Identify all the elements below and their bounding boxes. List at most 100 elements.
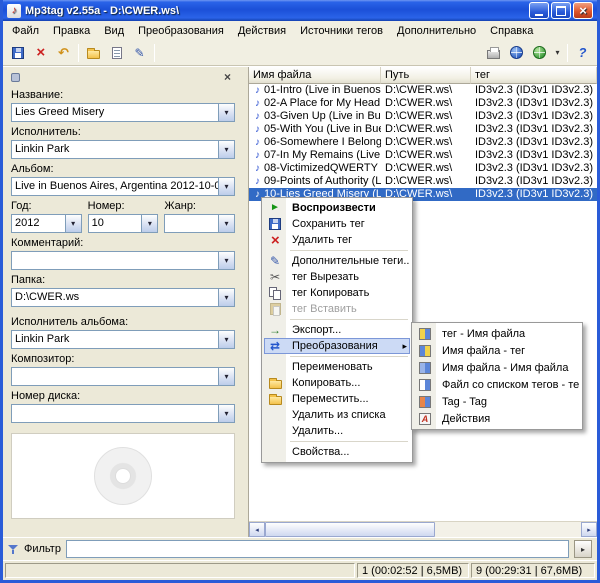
scroll-right-button[interactable]: ▸ — [581, 522, 597, 537]
submenu-item-tag-filename[interactable]: тег - Имя файла — [414, 325, 580, 342]
disc-number-value — [12, 405, 218, 422]
menu-tools[interactable]: Дополнительно — [390, 23, 483, 39]
column-header-tag[interactable]: тег — [471, 67, 597, 84]
title-bar[interactable]: Mp3tag v2.55a - D:\CWER.ws\ — [3, 0, 597, 21]
filter-input[interactable] — [66, 540, 569, 558]
change-directory-button[interactable] — [82, 42, 105, 64]
directory-combobox[interactable]: D:\CWER.ws — [11, 288, 235, 307]
tag-sources-button[interactable] — [528, 42, 551, 64]
pin-icon[interactable] — [11, 73, 20, 82]
dropdown-arrow-icon[interactable] — [218, 104, 234, 121]
menu-item-remove-tag[interactable]: Удалить тег — [264, 232, 410, 248]
title-combobox[interactable]: Lies Greed Misery — [11, 103, 235, 122]
menu-tag-sources[interactable]: Источники тегов — [293, 23, 390, 39]
submenu-item-tag-tag[interactable]: Tag - Tag — [414, 393, 580, 410]
menu-file[interactable]: Файл — [5, 23, 46, 39]
year-combobox[interactable]: 2012 — [11, 214, 82, 233]
table-row[interactable]: 02-A Place for My Head (... D:\CWER.ws\ … — [249, 97, 597, 110]
dropdown-arrow-icon[interactable] — [218, 331, 234, 348]
table-row[interactable]: 07-In My Remains (Live ... D:\CWER.ws\ I… — [249, 149, 597, 162]
disc-number-combobox[interactable] — [11, 404, 235, 423]
genre-combobox[interactable] — [164, 214, 235, 233]
menu-actions[interactable]: Действия — [231, 23, 293, 39]
table-row[interactable]: 03-Given Up (Live in Bue... D:\CWER.ws\ … — [249, 110, 597, 123]
menu-view[interactable]: Вид — [97, 23, 131, 39]
menu-item-save-tag[interactable]: Сохранить тег — [264, 216, 410, 232]
menu-help[interactable]: Справка — [483, 23, 540, 39]
scroll-left-button[interactable]: ◂ — [249, 522, 265, 537]
album-label: Альбом: — [11, 163, 235, 175]
table-row[interactable]: 01-Intro (Live in Buenos ... D:\CWER.ws\… — [249, 84, 597, 97]
album-combobox[interactable]: Live in Buenos Aires, Argentina 2012-10-… — [11, 177, 235, 196]
dropdown-arrow-icon[interactable] — [218, 141, 234, 158]
web-database-button[interactable] — [505, 42, 528, 64]
submenu-item-textfile-tag[interactable]: Файл со списком тегов - тег — [414, 376, 580, 393]
table-row[interactable]: 05-With You (Live in Bue... D:\CWER.ws\ … — [249, 123, 597, 136]
album-artist-combobox[interactable]: Linkin Park — [11, 330, 235, 349]
menu-item-paste-tag[interactable]: тег Вставить — [264, 301, 410, 317]
column-header-path[interactable]: Путь — [381, 67, 471, 84]
submenu-item-filename-tag[interactable]: Имя файла - тег — [414, 342, 580, 359]
extended-tags-icon — [268, 254, 283, 269]
table-row[interactable]: 09-Points of Authority (Li... D:\CWER.ws… — [249, 175, 597, 188]
menu-item-properties[interactable]: Свойства... — [264, 444, 410, 460]
menu-item-convert[interactable]: Преобразования — [264, 338, 410, 354]
undo-button[interactable] — [52, 42, 75, 64]
menu-bar: Файл Правка Вид Преобразования Действия … — [3, 21, 597, 40]
menu-item-play[interactable]: Воспроизвести — [264, 200, 410, 216]
dropdown-arrow-icon[interactable] — [65, 215, 81, 232]
dropdown-arrow-icon[interactable] — [218, 215, 234, 232]
dropdown-arrow-icon[interactable] — [218, 368, 234, 385]
dropdown-arrow-icon[interactable] — [218, 405, 234, 422]
horizontal-scrollbar[interactable]: ◂ ▸ — [249, 521, 597, 537]
menu-item-remove-from-list[interactable]: Удалить из списка — [264, 407, 410, 423]
submenu-item-actions[interactable]: Действия — [414, 410, 580, 427]
menu-item-extended-tags[interactable]: Дополнительные теги... — [264, 253, 410, 269]
menu-separator — [290, 356, 408, 357]
minimize-button[interactable] — [529, 2, 549, 19]
menu-edit[interactable]: Правка — [46, 23, 97, 39]
title-label: Название: — [11, 89, 235, 101]
maximize-button[interactable] — [551, 2, 571, 19]
print-button[interactable] — [482, 42, 505, 64]
directory-label: Папка: — [11, 274, 235, 286]
save-button[interactable] — [6, 42, 29, 64]
menu-item-cut-tag[interactable]: тег Вырезать — [264, 269, 410, 285]
scrollbar-thumb[interactable] — [265, 522, 435, 537]
menu-item-copy-file[interactable]: Копировать... — [264, 375, 410, 391]
menu-convert[interactable]: Преобразования — [131, 23, 231, 39]
menu-item-rename[interactable]: Переименовать — [264, 359, 410, 375]
tag-sources-dropdown-button[interactable] — [551, 42, 564, 64]
table-row[interactable]: 06-Somewhere I Belong ... D:\CWER.ws\ ID… — [249, 136, 597, 149]
dropdown-arrow-icon[interactable] — [218, 252, 234, 269]
filter-toggle-button[interactable] — [574, 540, 592, 558]
remove-tag-button[interactable] — [29, 42, 52, 64]
help-button[interactable] — [571, 42, 594, 64]
menu-item-move-file[interactable]: Переместить... — [264, 391, 410, 407]
status-message-pane — [5, 563, 355, 578]
dropdown-arrow-icon[interactable] — [218, 289, 234, 306]
table-row[interactable]: 08-VictimizedQWERTY (Li... D:\CWER.ws\ I… — [249, 162, 597, 175]
close-button[interactable] — [573, 2, 593, 19]
print-icon — [487, 50, 500, 59]
album-art-box[interactable] — [11, 433, 235, 519]
submenu-item-filename-filename[interactable]: Имя файла - Имя файла — [414, 359, 580, 376]
dropdown-arrow-icon — [552, 45, 563, 60]
artist-combobox[interactable]: Linkin Park — [11, 140, 235, 159]
menu-item-delete[interactable]: Удалить... — [264, 423, 410, 439]
comment-combobox[interactable] — [11, 251, 235, 270]
playlist-button[interactable] — [105, 42, 128, 64]
dropdown-arrow-icon[interactable] — [141, 215, 157, 232]
column-header-filename[interactable]: Имя файла — [249, 67, 381, 84]
dropdown-arrow-icon[interactable] — [218, 178, 234, 195]
composer-combobox[interactable] — [11, 367, 235, 386]
filter-icon — [8, 544, 19, 555]
track-combobox[interactable]: 10 — [88, 214, 159, 233]
convert-submenu: тег - Имя файла Имя файла - тег Имя файл… — [411, 322, 583, 430]
audio-file-icon — [251, 149, 264, 162]
actions-button[interactable] — [128, 42, 151, 64]
menu-item-copy-tag[interactable]: тег Копировать — [264, 285, 410, 301]
menu-item-export[interactable]: Экспорт... — [264, 322, 410, 338]
close-panel-icon[interactable] — [220, 70, 235, 85]
audio-file-icon — [251, 175, 264, 188]
